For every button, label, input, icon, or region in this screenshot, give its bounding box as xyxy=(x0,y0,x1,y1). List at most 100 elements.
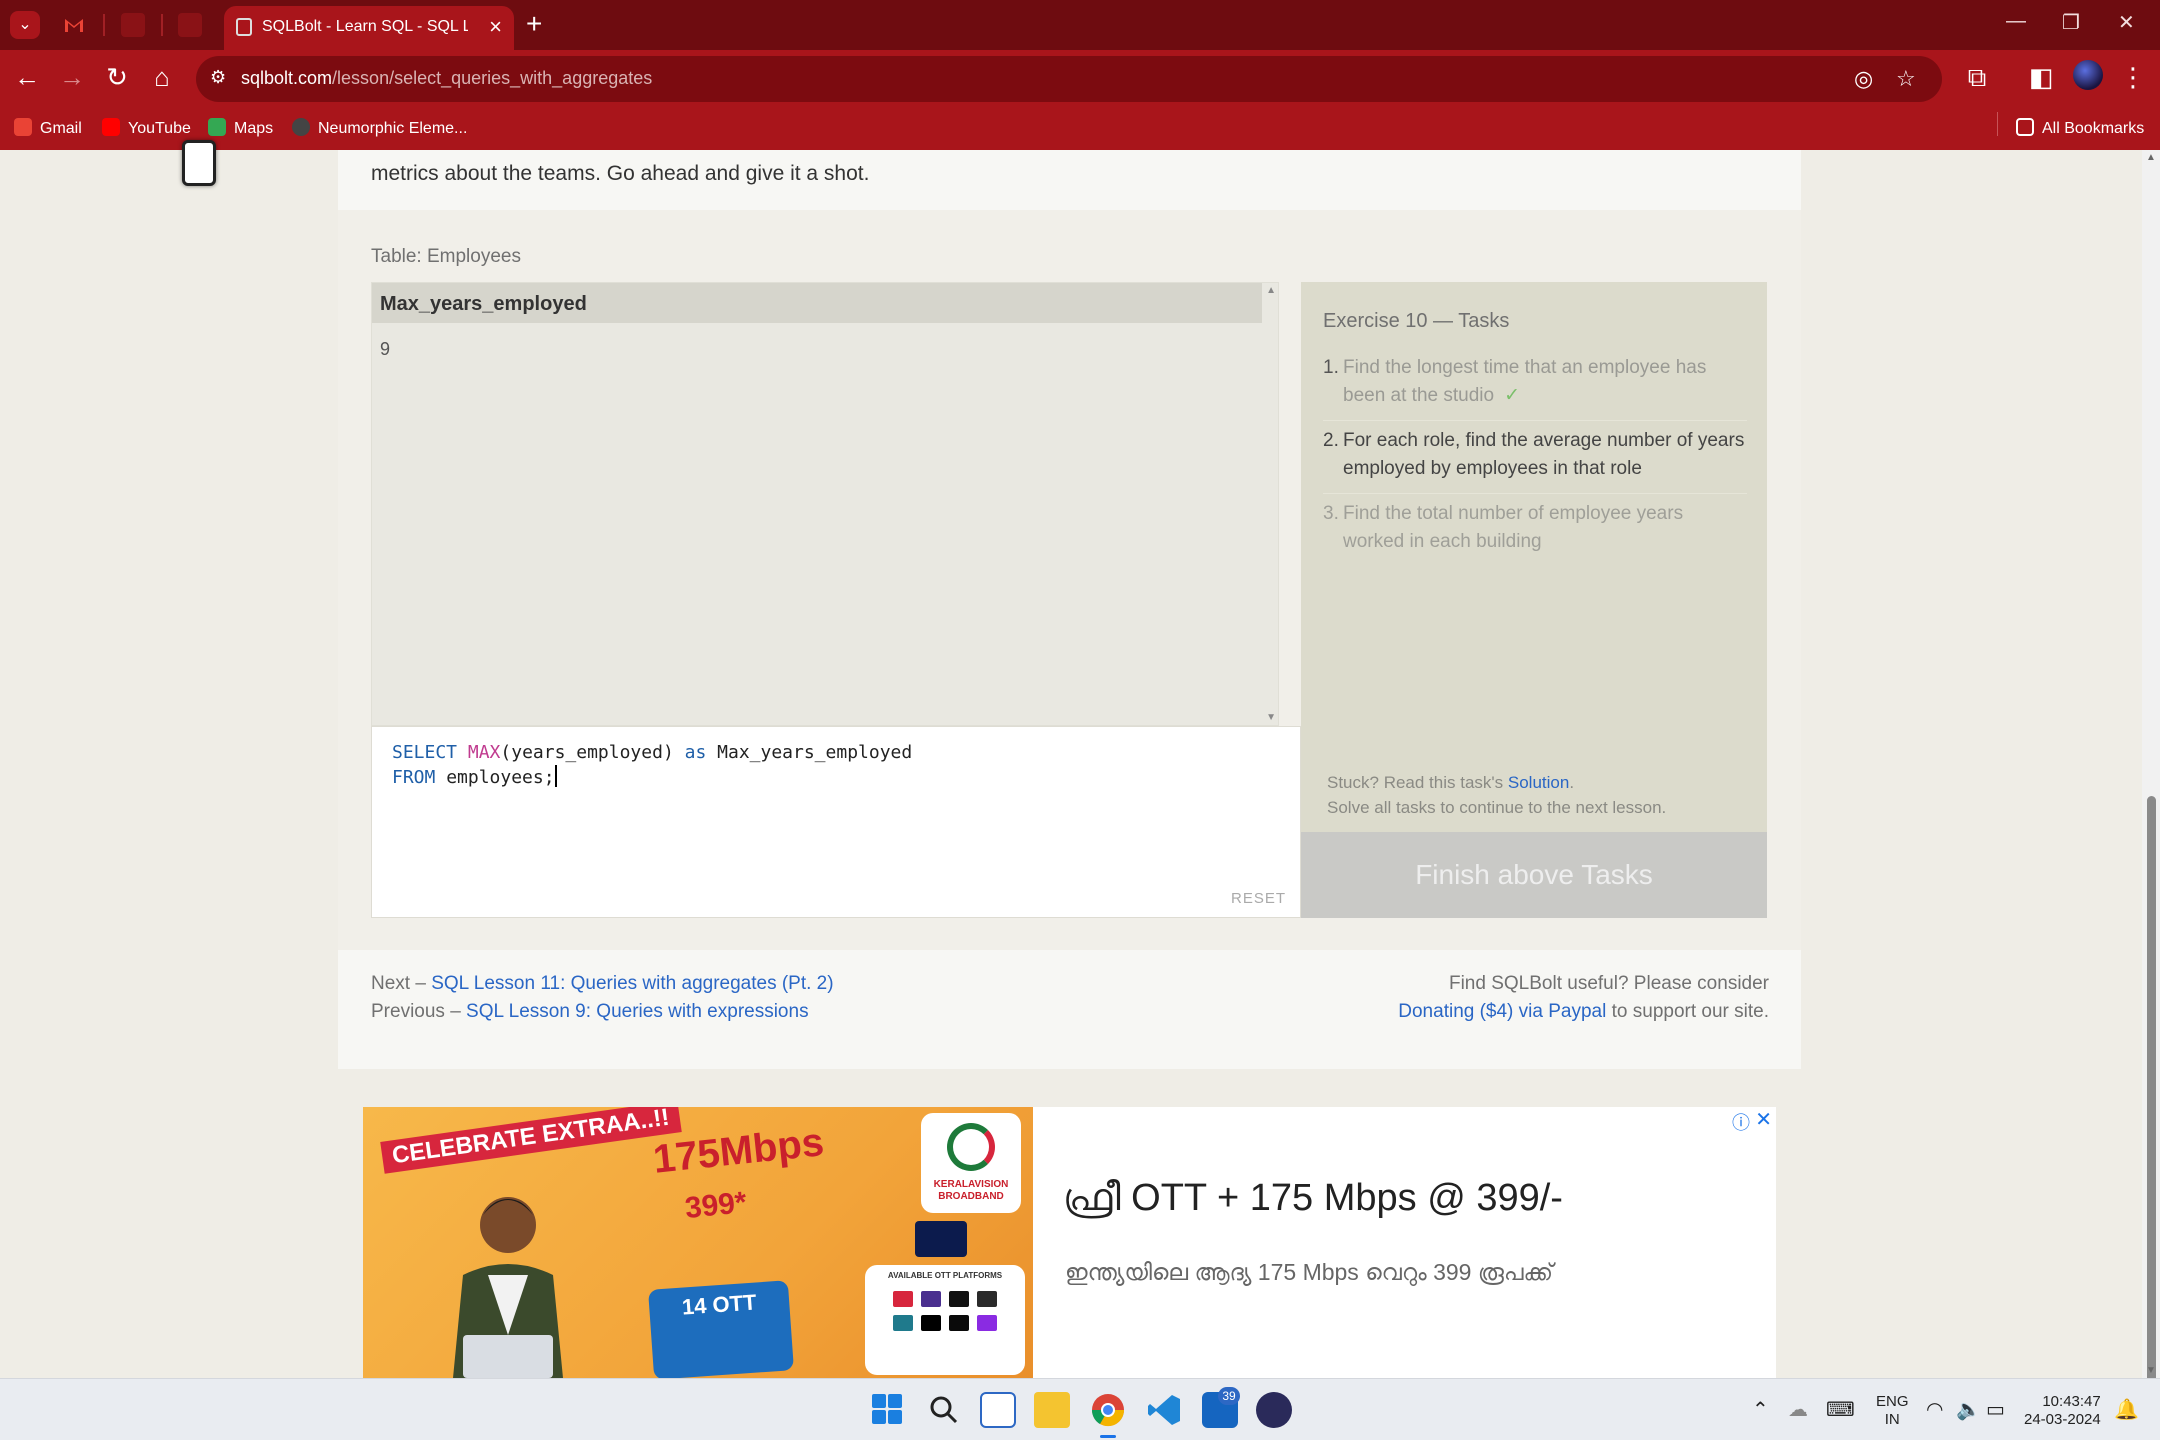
task-item: 1. Find the longest time that an employe… xyxy=(1323,348,1747,421)
store-icon[interactable] xyxy=(980,1392,1016,1428)
sql-editor[interactable]: SELECT MAX(years_employed) as Max_years_… xyxy=(371,726,1301,918)
previous-lesson-link[interactable]: SQL Lesson 9: Queries with expressions xyxy=(466,1001,809,1022)
bookmark-label: Maps xyxy=(234,120,274,137)
scroll-down-icon[interactable]: ▼ xyxy=(2146,1365,2156,1376)
results-scroll-up-icon[interactable]: ▲ xyxy=(1266,285,1276,296)
site-info-icon[interactable]: ⚙ xyxy=(210,67,226,88)
extensions-icon[interactable]: ⧉ xyxy=(1960,62,1994,94)
forward-icon[interactable]: → xyxy=(55,62,89,93)
clock-date: 24-03-2024 xyxy=(2024,1411,2101,1428)
bookmark-label: Gmail xyxy=(40,120,82,137)
eye-off-icon[interactable]: ◎ xyxy=(1854,66,1873,92)
chrome-icon[interactable] xyxy=(1090,1392,1126,1428)
windows-taskbar: 39 ⌃ ☁ ⌨ ENG IN ◠ 🔈 ▭ 10:43:47 24-03-202… xyxy=(0,1378,2160,1440)
ott-platform-logo-icon xyxy=(921,1291,941,1307)
ad-info-icon[interactable]: ⓘ xyxy=(1732,1109,1750,1135)
tab-sqlbolt[interactable]: SQLBolt - Learn SQL - SQL Lesson 10: Que… xyxy=(224,6,514,50)
tab-strip: ⌄ SQLBolt - Learn SQL - SQL Lesson 10: Q… xyxy=(0,0,2160,50)
page-scrollbar[interactable]: ▲ ▼ xyxy=(2142,150,2160,1392)
url-text[interactable]: sqlbolt.com/lesson/select_queries_with_a… xyxy=(241,68,652,89)
reset-button[interactable]: RESET xyxy=(1231,890,1286,907)
stuck-help: Stuck? Read this task's Solution. Solve … xyxy=(1327,770,1666,820)
scroll-up-icon[interactable]: ▲ xyxy=(2146,152,2156,163)
bookmark-gmail[interactable]: Gmail xyxy=(14,116,82,142)
exercise-area: Table: Employees Max_years_employed 9 ▲ … xyxy=(338,210,1801,950)
tray-overflow-icon[interactable]: ⌃ xyxy=(1752,1397,1769,1422)
restore-button[interactable]: ❐ xyxy=(2062,10,2080,35)
results-scroll-down-icon[interactable]: ▼ xyxy=(1266,712,1276,723)
sql-token: employees; xyxy=(435,767,555,788)
address-bar[interactable]: ⚙ sqlbolt.com/lesson/select_queries_with… xyxy=(196,56,1942,102)
sql-code[interactable]: SELECT MAX(years_employed) as Max_years_… xyxy=(392,741,912,790)
onedrive-icon[interactable]: ☁ xyxy=(1788,1397,1808,1422)
volume-icon[interactable]: 🔈 xyxy=(1956,1397,1981,1422)
tab-search-button[interactable]: ⌄ xyxy=(10,11,40,39)
ad-image[interactable]: CELEBRATE EXTRAA..!! 175Mbps 399* 14 OTT… xyxy=(363,1107,1033,1378)
clock[interactable]: 10:43:47 24-03-2024 xyxy=(2024,1393,2101,1429)
bookmark-star-icon[interactable]: ☆ xyxy=(1896,66,1916,92)
minimize-button[interactable]: — xyxy=(2006,10,2026,33)
sql-token: (years_employed) xyxy=(500,742,685,763)
solution-link[interactable]: Solution xyxy=(1508,773,1569,792)
bookmark-neumorphic[interactable]: Neumorphic Eleme... xyxy=(292,116,467,142)
notification-bell-icon[interactable]: 🔔 xyxy=(2114,1397,2139,1422)
sql-token: Max_years_employed xyxy=(706,742,913,763)
advertisement-banner[interactable]: CELEBRATE EXTRAA..!! 175Mbps 399* 14 OTT… xyxy=(363,1107,1776,1378)
sql-line-1: SELECT MAX(years_employed) as Max_years_… xyxy=(392,742,912,763)
task-number: 1. xyxy=(1323,357,1339,378)
query-results-table[interactable]: Max_years_employed 9 ▲ ▼ xyxy=(371,282,1279,726)
app-icon[interactable] xyxy=(1256,1392,1292,1428)
next-lesson-link[interactable]: SQL Lesson 11: Queries with aggregates (… xyxy=(431,973,833,994)
reload-icon[interactable]: ↻ xyxy=(100,62,134,93)
brand-logo-icon xyxy=(947,1123,995,1171)
language-indicator[interactable]: ENG IN xyxy=(1876,1393,1909,1429)
task-list: 1. Find the longest time that an employe… xyxy=(1323,348,1747,566)
keyboard-icon[interactable]: ⌨ xyxy=(1826,1397,1855,1422)
vscode-icon[interactable] xyxy=(1146,1392,1182,1428)
floating-overlay-widget[interactable] xyxy=(182,140,216,186)
ott-platform-logo-icon xyxy=(977,1315,997,1331)
tab-close-icon[interactable]: × xyxy=(489,14,502,40)
ad-close-icon[interactable]: ✕ xyxy=(1755,1107,1772,1132)
bookmark-label: Neumorphic Eleme... xyxy=(318,120,468,137)
new-tab-button[interactable]: + xyxy=(526,8,542,40)
tab-title: SQLBolt - Learn SQL - SQL Lesson 10: Que… xyxy=(262,18,468,35)
donate-link[interactable]: Donating ($4) via Paypal xyxy=(1398,1001,1606,1022)
browser-toolbar: ← → ↻ ⌂ ⚙ sqlbolt.com/lesson/select_quer… xyxy=(0,50,2160,108)
url-path: /lesson/select_queries_with_aggregates xyxy=(332,68,653,88)
hotstar-logo-icon xyxy=(915,1221,967,1257)
task-number: 3. xyxy=(1323,503,1339,524)
profile-avatar[interactable] xyxy=(2073,60,2103,90)
sql-token: FROM xyxy=(392,767,436,788)
start-button[interactable] xyxy=(870,1392,906,1428)
tab-pinned-3[interactable] xyxy=(178,13,202,37)
language-code: ENG xyxy=(1876,1393,1909,1410)
scrollbar-thumb[interactable] xyxy=(2147,796,2156,1392)
battery-icon[interactable]: ▭ xyxy=(1986,1397,2005,1422)
close-window-button[interactable]: ✕ xyxy=(2118,10,2135,35)
ad-subline[interactable]: ഇന്ത്യയിലെ ആദ്യ 175 Mbps വെറും 399 രൂപക്… xyxy=(1065,1259,1553,1286)
prev-prefix: Previous – xyxy=(371,1001,467,1022)
all-bookmarks-label: All Bookmarks xyxy=(2042,120,2145,137)
finish-tasks-button[interactable]: Finish above Tasks xyxy=(1301,832,1767,918)
home-icon[interactable]: ⌂ xyxy=(145,62,179,93)
check-icon: ✓ xyxy=(1504,385,1520,406)
ott-platform-logo-icon xyxy=(893,1315,913,1331)
bookmark-youtube[interactable]: YouTube xyxy=(102,116,191,142)
tab-gmail[interactable] xyxy=(62,13,86,37)
wifi-icon[interactable]: ◠ xyxy=(1926,1397,1943,1422)
ad-headline[interactable]: ഫ്രീ OTT + 175 Mbps @ 399/- xyxy=(1063,1177,1563,1220)
search-icon[interactable] xyxy=(926,1392,962,1428)
tab-pinned-2[interactable] xyxy=(121,13,145,37)
bookmark-maps[interactable]: Maps xyxy=(208,116,273,142)
maps-icon xyxy=(208,118,226,136)
menu-kebab-icon[interactable]: ⋮ xyxy=(2116,62,2150,93)
file-explorer-icon[interactable] xyxy=(1034,1392,1070,1428)
side-panel-icon[interactable]: ◧ xyxy=(2024,62,2058,93)
donate-text: Find SQLBolt useful? Please consider xyxy=(1448,973,1769,994)
lesson-intro-text: metrics about the teams. Go ahead and gi… xyxy=(371,162,870,185)
windows-logo-icon xyxy=(872,1394,886,1408)
all-bookmarks[interactable]: All Bookmarks xyxy=(2016,116,2144,142)
back-icon[interactable]: ← xyxy=(10,62,44,93)
